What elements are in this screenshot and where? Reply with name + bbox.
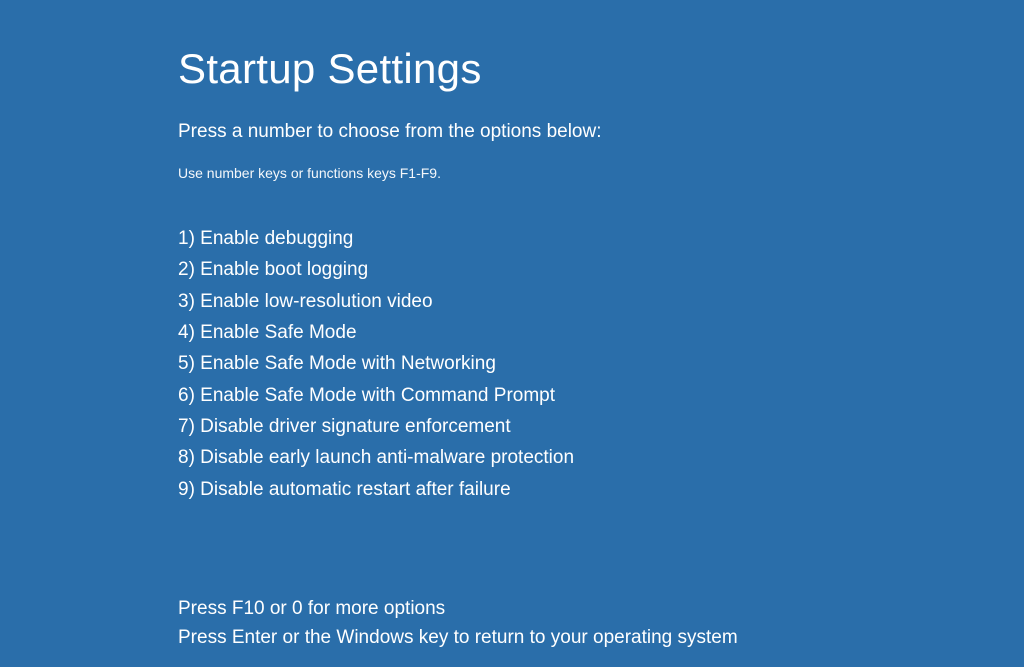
option-debugging[interactable]: 1) Enable debugging xyxy=(178,223,1024,254)
option-safe-mode[interactable]: 4) Enable Safe Mode xyxy=(178,317,1024,348)
option-low-resolution-video[interactable]: 3) Enable low-resolution video xyxy=(178,286,1024,317)
page-title: Startup Settings xyxy=(178,45,1024,93)
return-text: Press Enter or the Windows key to return… xyxy=(178,624,1024,653)
options-list: 1) Enable debugging 2) Enable boot loggi… xyxy=(178,223,1024,505)
subtitle-text: Press a number to choose from the option… xyxy=(178,121,1024,143)
option-disable-anti-malware[interactable]: 8) Disable early launch anti-malware pro… xyxy=(178,442,1024,473)
more-options-text: Press F10 or 0 for more options xyxy=(178,595,1024,624)
option-safe-mode-command-prompt[interactable]: 6) Enable Safe Mode with Command Prompt xyxy=(178,380,1024,411)
option-disable-driver-signature[interactable]: 7) Disable driver signature enforcement xyxy=(178,411,1024,442)
option-boot-logging[interactable]: 2) Enable boot logging xyxy=(178,254,1024,285)
option-disable-auto-restart[interactable]: 9) Disable automatic restart after failu… xyxy=(178,474,1024,505)
option-safe-mode-networking[interactable]: 5) Enable Safe Mode with Networking xyxy=(178,348,1024,379)
hint-text: Use number keys or functions keys F1-F9. xyxy=(178,165,1024,181)
